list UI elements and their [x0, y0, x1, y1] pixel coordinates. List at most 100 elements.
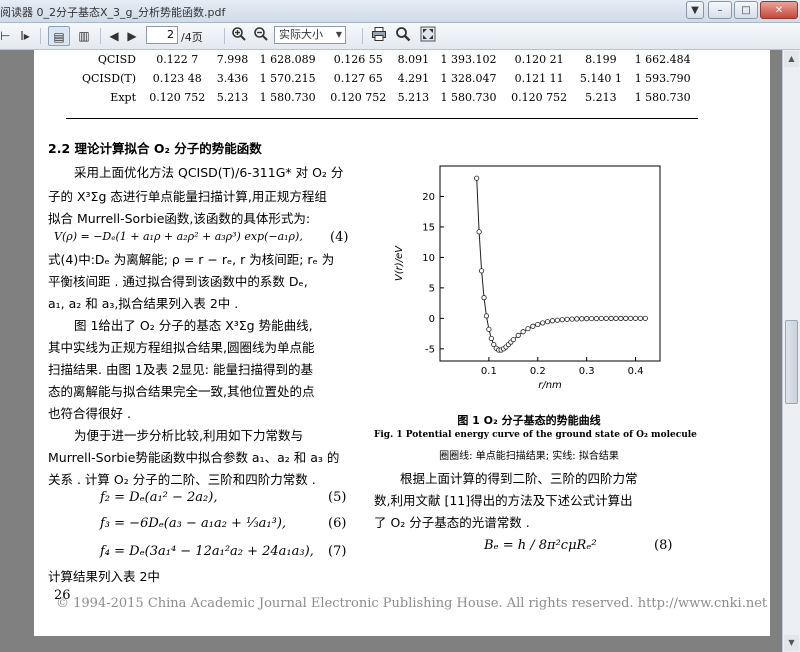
- data-point: [520, 329, 526, 335]
- table-cell: 0.120 21: [514, 53, 564, 66]
- table-cell: 5.213: [216, 91, 249, 104]
- toolbar-divider: [224, 28, 225, 44]
- data-point: [588, 315, 595, 322]
- table-cell: 1 628.089: [259, 53, 316, 66]
- data-point: [593, 315, 600, 322]
- table-cell: 1 393.102: [440, 53, 497, 66]
- figure-caption-note: 圈圈线: 单点能扫描结果; 实线: 拟合结果: [439, 451, 619, 462]
- data-point: [549, 318, 556, 324]
- table-cell: 1 580.730: [259, 91, 316, 104]
- data-point: [613, 315, 619, 322]
- data-point: [525, 326, 531, 332]
- document-viewport[interactable]: QCISD 0.122 7 7.998 1 628.089 0.126 55 8.091 1…: [0, 50, 782, 652]
- pdf-page: QCISD 0.122 7 7.998 1 628.089 0.126 55 8.091 1…: [34, 50, 770, 636]
- plot-frame: [439, 165, 661, 362]
- scroll-up-icon[interactable]: ▲: [784, 51, 799, 67]
- y-tick-label: 15: [422, 222, 435, 233]
- equation-6: f₃ = −6Dₑ(a₃ − a₁a₂ + ⅓a₁³),: [100, 516, 287, 531]
- paragraph-line: 计算结果列入表 2中: [48, 569, 160, 584]
- data-point: [481, 295, 487, 301]
- table-row: QCISD 0.122 7 7.998 1 628.089 0.126 55 8.091 1…: [66, 50, 698, 69]
- data-point: [476, 229, 482, 235]
- paragraph-line: 为便于进一步分析比较,利用如下力常数与: [74, 428, 303, 443]
- x-tick-label: 0.2: [530, 366, 546, 377]
- table-cell: 1 328.047: [440, 72, 497, 85]
- vertical-scrollbar[interactable]: ▲ ▼: [782, 50, 800, 652]
- figure-caption-cn: 图 1 O₂ 分子基态的势能曲线: [457, 414, 601, 427]
- text-select-icon[interactable]: I▸: [14, 26, 36, 46]
- table-cell: 8.199: [585, 53, 617, 66]
- paragraph-line: 扫描结果. 由图 1及表 2显见: 能量扫描得到的基: [48, 362, 313, 377]
- window-title: 阅读器 0_2分子基态X_3_g_分析势能函数.pdf: [0, 6, 226, 19]
- find-icon[interactable]: [393, 26, 413, 46]
- data-point: [603, 315, 609, 322]
- title-bar: 阅读器 0_2分子基态X_3_g_分析势能函数.pdf ▼ – □ ✕: [0, 0, 800, 23]
- page-number-input[interactable]: 2: [146, 26, 178, 44]
- equation-7: f₄ = Dₑ(3a₁⁴ − 12a₁²a₂ + 24a₁a₃),: [100, 544, 314, 559]
- table-cell: 5.140 1: [579, 72, 622, 85]
- minimize-button[interactable]: –: [708, 1, 732, 19]
- table-cell: 0.120 752: [149, 91, 206, 104]
- scroll-down-icon[interactable]: ▼: [784, 635, 799, 651]
- equation-number: (5): [328, 490, 347, 505]
- data-point: [544, 319, 551, 325]
- scrollbar-thumb[interactable]: [785, 320, 798, 404]
- equation-5: f₂ = Dₑ(a₁² − 2a₂),: [100, 490, 218, 505]
- table-cell: 1 662.484: [634, 53, 691, 66]
- data-point: [535, 321, 541, 328]
- y-tick-label: 10: [422, 253, 435, 264]
- equation-number: (4): [330, 230, 349, 245]
- table-cell: 5.213: [585, 91, 617, 104]
- next-page-icon[interactable]: ▶: [124, 26, 140, 46]
- table-row-label: Expt: [110, 91, 136, 104]
- equation-8: Bₑ = h / 8π²cμRₑ²: [484, 538, 597, 553]
- table-cell: 0.122 7: [156, 53, 199, 66]
- zoom-out-icon[interactable]: [251, 26, 271, 46]
- data-point: [574, 316, 580, 322]
- table-cell: 0.121 11: [514, 72, 564, 85]
- data-table: QCISD 0.122 7 7.998 1 628.089 0.126 55 8.091 1…: [66, 50, 698, 107]
- table-cell: 1 570.215: [259, 72, 316, 85]
- data-point: [483, 313, 490, 319]
- toolbar-partial-icon[interactable]: ⊢: [0, 26, 10, 46]
- close-button[interactable]: ✕: [760, 1, 798, 19]
- zoom-select[interactable]: 实际大小 ▼: [274, 26, 346, 44]
- data-point: [623, 315, 629, 321]
- data-point: [637, 315, 644, 321]
- table-cell: 3.436: [216, 72, 249, 85]
- paragraph-line: 态的离解能与拟合结果完全一致,其他位置处的点: [48, 384, 315, 399]
- single-page-icon[interactable]: ▤: [48, 26, 70, 46]
- two-page-icon[interactable]: ▥: [73, 26, 95, 46]
- print-icon[interactable]: [369, 26, 389, 46]
- equation-number: (8): [654, 538, 673, 553]
- table-cell: 7.998: [216, 53, 249, 66]
- table-cell: 0.127 65: [333, 72, 383, 85]
- table-cell: 0.120 752: [330, 91, 387, 104]
- data-point: [598, 315, 604, 322]
- prev-page-icon[interactable]: ◀: [106, 26, 122, 46]
- data-point: [530, 323, 536, 329]
- paragraph-line: 图 1给出了 O₂ 分子的基态 X³Σg 势能曲线,: [74, 318, 313, 333]
- paragraph-line: 子的 X³Σg 态进行单点能量扫描计算,用正规方程组: [48, 189, 327, 204]
- data-point: [564, 316, 570, 322]
- equation-number: (6): [328, 516, 347, 531]
- equation-number: (7): [328, 544, 347, 559]
- data-point: [618, 315, 624, 321]
- data-point: [584, 316, 590, 322]
- data-point: [510, 337, 516, 343]
- equation-4: V(ρ) = −Dₑ(1 + a₁ρ + a₂ρ² + a₃ρ³) exp(−a…: [54, 230, 303, 243]
- data-point: [554, 317, 560, 323]
- fullscreen-icon[interactable]: [418, 26, 438, 46]
- table-cell: 0.120 752: [511, 91, 568, 104]
- paragraph-line: 了 O₂ 分子基态的光谱常数 .: [374, 515, 530, 530]
- paragraph-line: 采用上面优化方法 QCISD(T)/6-311G* 对 O₂ 分: [74, 165, 344, 180]
- table-cell: 4.291: [397, 72, 430, 85]
- menu-dropdown-button[interactable]: ▼: [686, 1, 704, 19]
- table-cell: 5.213: [397, 91, 430, 104]
- maximize-button[interactable]: □: [734, 1, 758, 19]
- data-point: [540, 320, 546, 326]
- zoom-in-icon[interactable]: [229, 26, 249, 46]
- page-total: /4页: [181, 31, 203, 44]
- y-tick-label: 5: [429, 283, 435, 294]
- data-point: [628, 315, 634, 321]
